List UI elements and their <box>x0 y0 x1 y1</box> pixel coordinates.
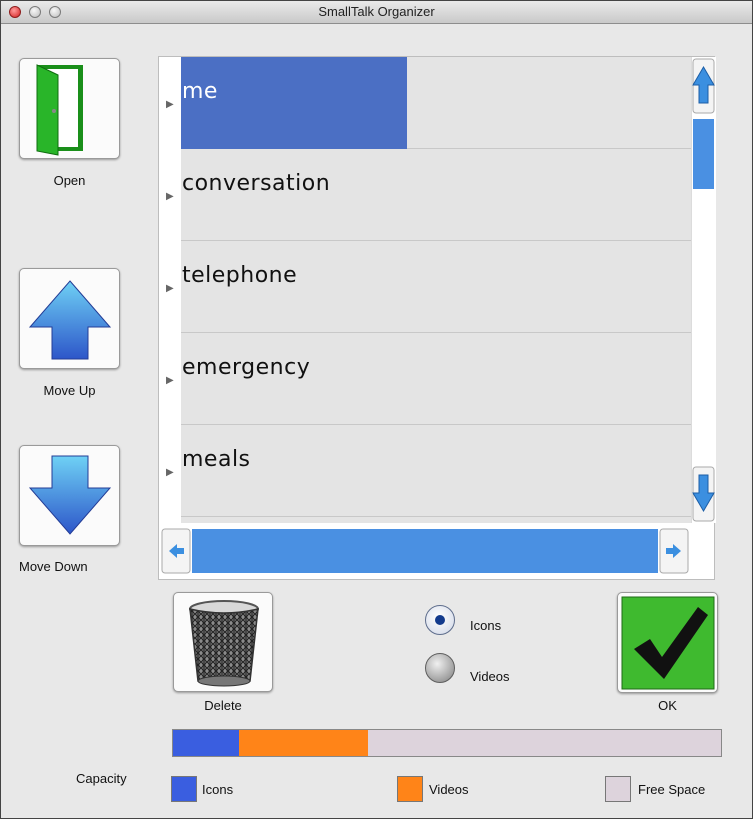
ok-button[interactable] <box>617 592 718 693</box>
move-up-button[interactable] <box>19 268 120 369</box>
list-item[interactable]: telephone <box>181 241 691 333</box>
list-item-label: telephone <box>182 263 298 288</box>
horizontal-scrollbar[interactable] <box>159 525 691 579</box>
expand-triangle-icon[interactable]: ▶ <box>166 99 174 110</box>
list-item-label: me <box>182 79 218 104</box>
delete-label: Delete <box>204 698 242 713</box>
move-down-button[interactable] <box>19 445 120 546</box>
list-item-label: meals <box>182 447 251 472</box>
open-door-icon <box>36 64 83 156</box>
expand-triangle-icon[interactable]: ▶ <box>166 467 174 478</box>
up-arrow-icon <box>28 280 112 360</box>
icons-radio[interactable] <box>425 605 455 635</box>
checkmark-icon <box>621 596 715 690</box>
capacity-icons-segment <box>173 730 239 756</box>
move-down-label: Move Down <box>19 559 88 574</box>
capacity-videos-segment <box>239 730 368 756</box>
icons-radio-label: Icons <box>470 618 502 633</box>
free-space-legend-swatch <box>605 776 631 802</box>
list-item-label: conversation <box>182 171 331 196</box>
icons-legend-label: Icons <box>202 782 234 797</box>
title-bar: SmallTalk Organizer <box>1 1 752 24</box>
list-item[interactable]: emergency <box>181 333 691 425</box>
category-list: me conversation telephone emergency meal… <box>181 57 691 523</box>
list-item[interactable]: meals <box>181 425 691 517</box>
list-item-label: emergency <box>182 355 311 380</box>
list-item[interactable]: conversation <box>181 149 691 241</box>
videos-legend-label: Videos <box>429 782 469 797</box>
open-button[interactable] <box>19 58 120 159</box>
delete-button[interactable] <box>173 592 273 692</box>
free-space-legend-label: Free Space <box>638 782 706 797</box>
down-arrow-icon <box>28 455 112 535</box>
open-label: Open <box>53 173 86 188</box>
expand-triangle-icon[interactable]: ▶ <box>166 283 174 294</box>
capacity-label: Capacity <box>76 771 127 786</box>
horizontal-scroll-thumb[interactable] <box>192 529 658 573</box>
category-list-panel: me conversation telephone emergency meal… <box>158 56 716 580</box>
videos-legend-swatch <box>397 776 423 802</box>
list-item[interactable]: me <box>181 57 691 149</box>
capacity-bar <box>172 729 722 757</box>
videos-radio[interactable] <box>425 653 455 683</box>
videos-radio-label: Videos <box>470 669 510 684</box>
expand-triangle-icon[interactable]: ▶ <box>166 191 174 202</box>
app-window: SmallTalk Organizer Open Move Up Move Do… <box>0 0 753 819</box>
icons-legend-swatch <box>171 776 197 802</box>
radio-selected-dot <box>435 615 445 625</box>
expand-triangle-icon[interactable]: ▶ <box>166 375 174 386</box>
window-title: SmallTalk Organizer <box>318 4 435 19</box>
list-item[interactable] <box>181 517 691 523</box>
move-up-label: Move Up <box>43 383 96 398</box>
vertical-scrollbar[interactable] <box>691 57 716 523</box>
trash-can-icon <box>189 600 259 687</box>
ok-label: OK <box>658 698 677 713</box>
vertical-scroll-thumb[interactable] <box>693 119 714 189</box>
